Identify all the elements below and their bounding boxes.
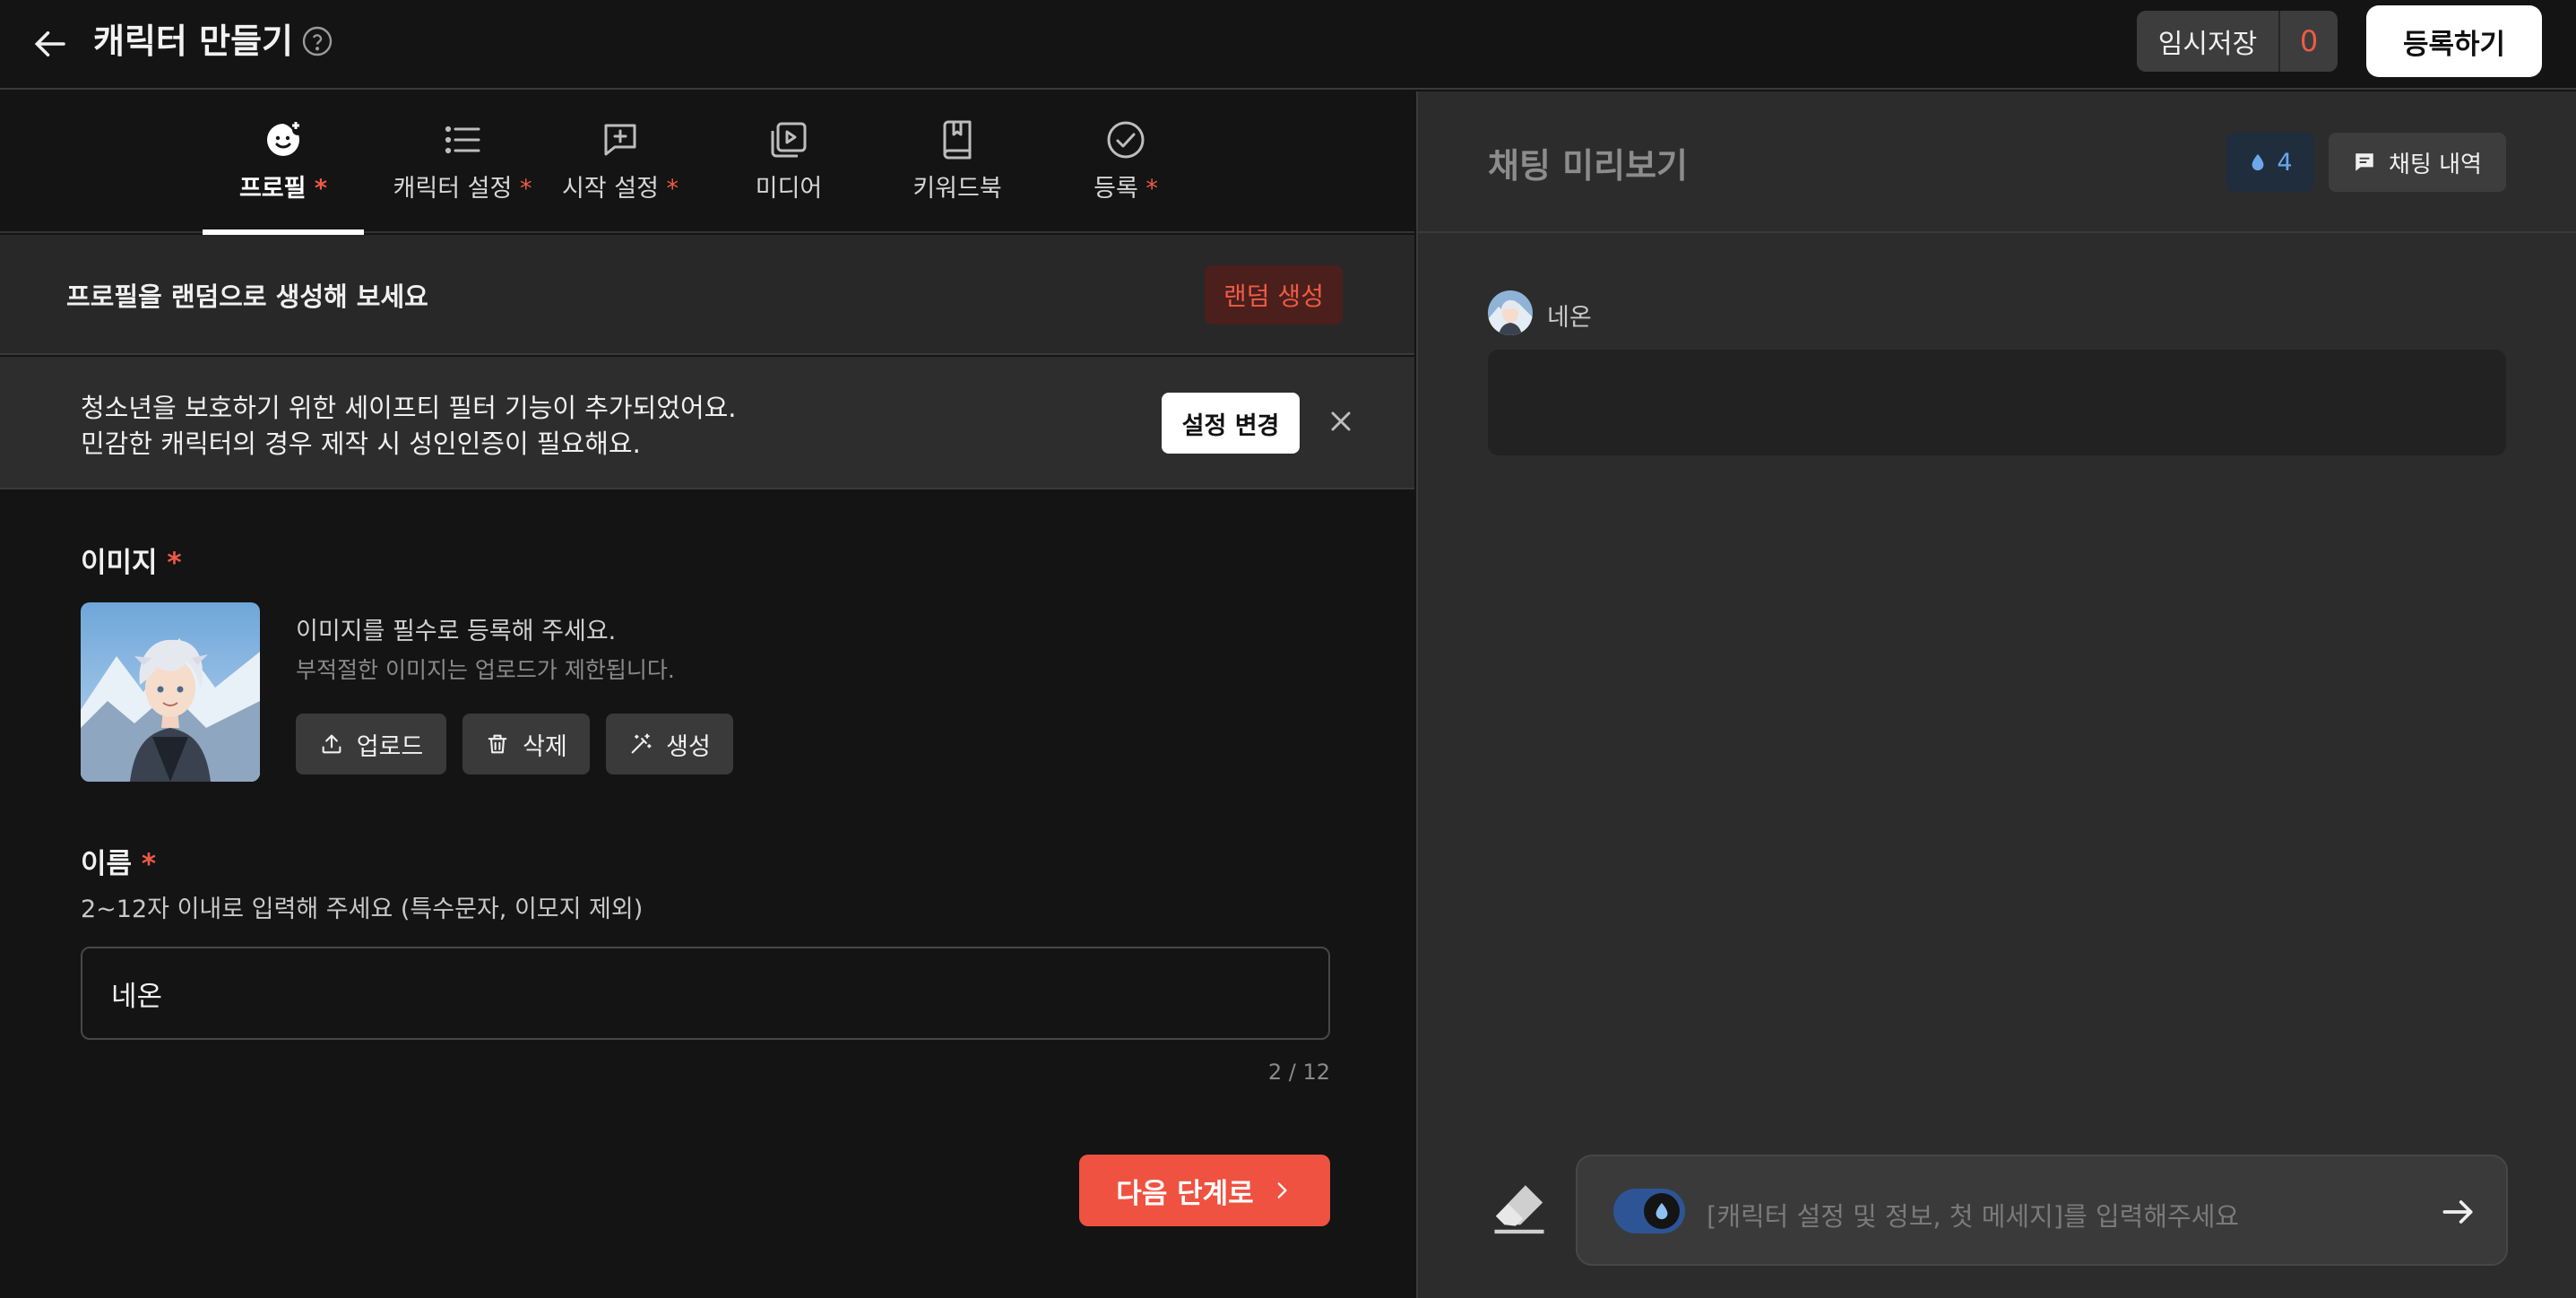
tab-profile[interactable]: 프로필 * (203, 91, 364, 235)
safety-notice: 청소년을 보호하기 위한 세이프티 필터 기능이 추가되었어요. 민감한 캐릭터… (0, 357, 1414, 489)
tab-start-settings[interactable]: 시작 설정 * (558, 91, 683, 233)
water-drop-icon (2252, 153, 2264, 171)
required-mark: * (141, 848, 157, 880)
composer-placeholder: [캐릭터 설정 및 정보, 첫 메세지]를 입력해주세요 (1707, 1201, 2240, 1232)
chat-preview-header: 채팅 미리보기 4 채팅 내역 (1418, 91, 2576, 233)
delete-label: 삭제 (523, 732, 567, 761)
message-square-icon (2356, 153, 2373, 171)
top-header: 캐릭터 만들기 임시저장 0 등록하기 (0, 0, 2576, 90)
toggle-knob (1644, 1193, 1680, 1229)
chat-preview-title: 채팅 미리보기 (1488, 146, 1688, 186)
chat-composer[interactable]: [캐릭터 설정 및 정보, 첫 메세지]를 입력해주세요 (1576, 1155, 2508, 1266)
required-mark: * (314, 175, 328, 203)
random-profile-bar: 프로필을 랜덤으로 생성해 보세요 랜덤 생성 (0, 235, 1414, 355)
chevron-right-icon (1277, 1182, 1287, 1198)
image-label-text: 이미지 (81, 547, 158, 579)
help-circle-icon[interactable] (301, 25, 333, 57)
tab-character-settings[interactable]: 캐릭터 설정 * (382, 91, 543, 233)
tab-label: 캐릭터 설정 (393, 175, 513, 203)
tab-label: 키워드북 (912, 175, 1002, 203)
chat-history-button[interactable]: 채팅 내역 (2329, 133, 2506, 192)
change-settings-button[interactable]: 설정 변경 (1162, 393, 1300, 454)
required-mark: * (666, 175, 679, 203)
delete-button[interactable]: 삭제 (462, 714, 590, 774)
random-generate-button[interactable]: 랜덤 생성 (1205, 265, 1343, 324)
upload-button[interactable]: 업로드 (296, 714, 446, 774)
back-button[interactable] (27, 20, 75, 68)
tab-label: 시작 설정 (561, 175, 659, 203)
arrow-left-icon (34, 31, 65, 56)
random-profile-text: 프로필을 랜덤으로 생성해 보세요 (66, 281, 428, 312)
next-step-button[interactable]: 다음 단계로 (1079, 1155, 1330, 1226)
notice-text: 청소년을 보호하기 위한 세이프티 필터 기능이 추가되었어요. (81, 393, 737, 423)
image-subhint: 부적절한 이미지는 업로드가 제한됩니다. (296, 657, 675, 683)
tab-label: 프로필 (238, 175, 307, 203)
book-icon (943, 120, 972, 160)
chat-preview-panel: 채팅 미리보기 4 채팅 내역 네온 [캐릭터 설정 및 정보, 첫 메세지]를… (1416, 91, 2576, 1298)
notice-text: 민감한 캐릭터의 경우 제작 시 성인인증이 필요해요. (81, 428, 641, 459)
upload-label: 업로드 (356, 732, 424, 761)
editor-panel: 프로필 * 캐릭터 설정 * 시작 설정 * 미디어 키워드북 등록 * 프로필… (0, 91, 1414, 1298)
step-tabs: 프로필 * 캐릭터 설정 * 시작 설정 * 미디어 키워드북 등록 * (0, 91, 1414, 235)
page-title: 캐릭터 만들기 (93, 22, 293, 61)
register-button[interactable]: 등록하기 (2366, 5, 2542, 77)
media-play-icon (771, 122, 807, 158)
send-arrow-icon[interactable] (2438, 1192, 2477, 1232)
tab-register[interactable]: 등록 * (1072, 91, 1180, 233)
tab-keyword-book[interactable]: 키워드북 (895, 91, 1020, 233)
profile-smile-icon (267, 122, 299, 156)
chat-message-bubble (1488, 350, 2506, 455)
chat-plus-icon (604, 124, 636, 156)
list-icon (445, 125, 480, 154)
required-mark: * (519, 175, 532, 203)
name-section-title: 이름 * (81, 841, 156, 881)
drop-count-badge[interactable]: 4 (2226, 133, 2314, 192)
avatar-image (1488, 290, 1533, 335)
required-mark: * (1145, 175, 1158, 203)
next-step-label: 다음 단계로 (1116, 1177, 1254, 1210)
image-hint: 이미지를 필수로 등록해 주세요. (296, 618, 617, 645)
eraser-icon[interactable] (1490, 1178, 1549, 1237)
tab-label: 미디어 (755, 175, 823, 203)
draft-save-group: 임시저장 0 (2137, 11, 2338, 72)
tab-media[interactable]: 미디어 (735, 91, 843, 233)
draft-save-button[interactable]: 임시저장 (2137, 11, 2278, 72)
chat-character-name: 네온 (1547, 304, 1592, 332)
check-circle-icon (1107, 121, 1145, 159)
upload-icon (322, 734, 341, 754)
generate-label: 생성 (666, 732, 711, 761)
water-drop-icon (1655, 1202, 1668, 1220)
character-image-preview (81, 602, 260, 782)
generate-image-button[interactable]: 생성 (606, 714, 733, 774)
drop-count: 4 (2277, 148, 2293, 177)
name-label-text: 이름 (81, 848, 133, 880)
name-hint: 2~12자 이내로 입력해 주세요 (특수문자, 이모지 제외) (81, 896, 644, 923)
trash-icon (488, 734, 507, 754)
character-portrait (81, 602, 260, 782)
avatar (1488, 290, 1533, 335)
name-input[interactable] (81, 947, 1330, 1040)
draft-save-count: 0 (2278, 11, 2338, 72)
close-icon[interactable] (1325, 405, 1357, 437)
chat-history-label: 채팅 내역 (2389, 151, 2482, 178)
name-char-count: 2 / 12 (1267, 1060, 1330, 1085)
image-section-title: 이미지 * (81, 540, 182, 580)
safety-toggle[interactable] (1613, 1189, 1685, 1233)
magic-wand-icon (631, 733, 652, 754)
tab-label: 등록 (1094, 175, 1138, 203)
required-mark: * (167, 547, 182, 579)
